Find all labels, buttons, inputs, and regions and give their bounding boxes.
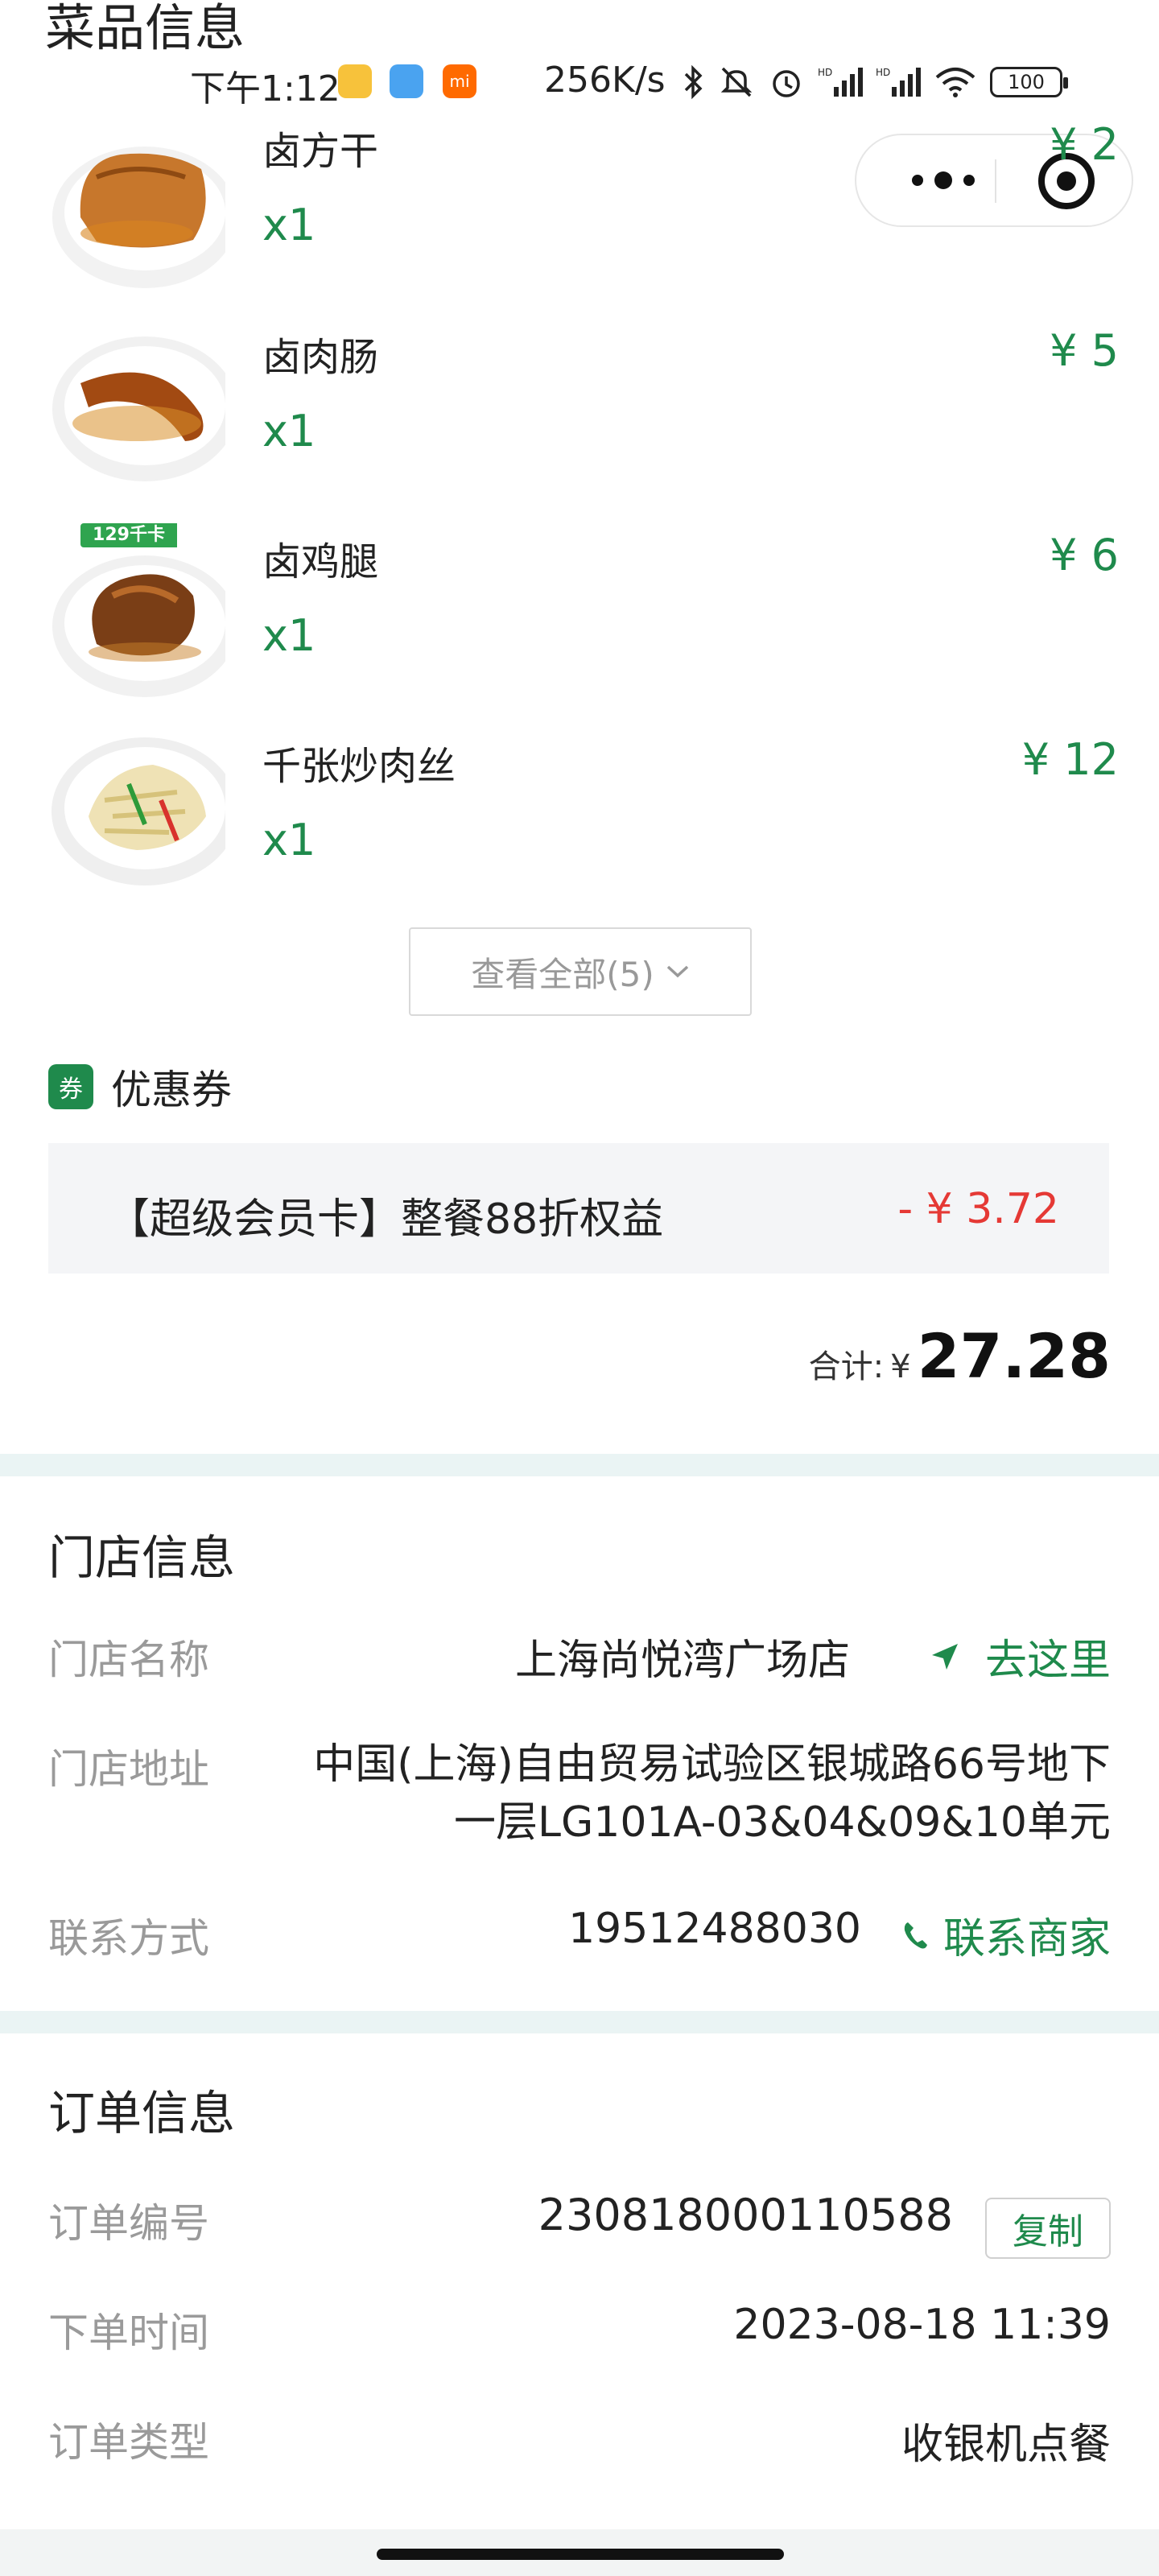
order-type-value: 收银机点餐	[901, 2421, 1111, 2469]
dish-name: 卤肉肠	[262, 335, 379, 380]
dish-item: 千张炒肉丝 x1 ¥ 12	[0, 728, 1159, 913]
total-label: 合计:	[808, 1348, 885, 1385]
mi-icon: mi	[443, 64, 476, 98]
dish-name: 卤鸡腿	[262, 539, 379, 584]
view-all-label: 查看全部(5)	[471, 954, 654, 994]
store-address-label: 门店地址	[48, 1746, 209, 1793]
coupon-icon: 券	[48, 1064, 93, 1109]
dish-qty: x1	[262, 815, 316, 865]
dish-item: 卤肉肠 x1 ¥ 5	[0, 319, 1159, 504]
dish-price: ¥ 6	[1050, 530, 1119, 580]
coupon-item-label: 【超级会员卡】整餐88折权益	[108, 1195, 664, 1244]
dish-qty: x1	[262, 200, 316, 250]
signal-hd-icon: HD	[818, 67, 863, 97]
store-name-label: 门店名称	[48, 1637, 209, 1683]
total-currency: ¥	[890, 1348, 911, 1385]
net-speed: 256K/s	[544, 60, 666, 101]
order-time-label: 下单时间	[48, 2310, 209, 2356]
dish-image	[48, 113, 225, 290]
calorie-tag: 129千卡	[80, 523, 177, 547]
section-divider	[0, 2011, 1159, 2033]
battery-icon: 100	[990, 67, 1068, 97]
coupon-title: 优惠券	[111, 1067, 232, 1113]
dish-image	[48, 523, 225, 700]
dish-qty: x1	[262, 406, 316, 456]
navigation-arrow-icon	[931, 1643, 958, 1670]
copy-button[interactable]: 复制	[985, 2198, 1111, 2259]
section-divider	[0, 1454, 1159, 1476]
app-icon	[338, 64, 372, 98]
dish-item: 129千卡 卤鸡腿 x1 ¥ 6	[0, 523, 1159, 708]
order-total: 合计: ¥ 27.28	[809, 1320, 1111, 1392]
coupon-item: 【超级会员卡】整餐88折权益 - ¥ 3.72	[48, 1143, 1109, 1274]
wifi-icon	[935, 68, 975, 97]
signal-hd-icon: HD	[876, 67, 921, 97]
dish-price: ¥ 5	[1050, 325, 1119, 376]
view-all-button[interactable]: 查看全部(5)	[409, 927, 752, 1016]
store-name-value: 上海尚悦湾广场店	[514, 1637, 850, 1685]
goto-button[interactable]: 去这里	[929, 1626, 1111, 1686]
order-number-label: 订单编号	[48, 2200, 209, 2247]
order-number-value: 230818000110588	[538, 2190, 953, 2240]
chevron-down-icon	[666, 965, 688, 978]
app-icon	[390, 64, 423, 98]
goto-label: 去这里	[984, 1637, 1111, 1685]
dish-image	[48, 319, 225, 496]
status-bar: 下午1:12 mi 256K/s HD HD 100	[0, 50, 1159, 114]
order-type-label: 订单类型	[48, 2419, 209, 2466]
status-icons: HD HD 100	[681, 58, 1068, 106]
store-phone: 19512488030	[568, 1905, 861, 1953]
dish-price: ¥ 12	[1021, 734, 1119, 785]
contact-label: 联系方式	[48, 1915, 209, 1962]
dish-qty: x1	[262, 610, 316, 661]
dish-price: ¥ 2	[1050, 119, 1119, 170]
section-title-dishes: 菜品信息	[45, 0, 245, 57]
phone-icon	[904, 1922, 927, 1948]
coupon-item-amount: - ¥ 3.72	[897, 1185, 1059, 1233]
svg-text:HD: HD	[818, 67, 832, 78]
bluetooth-icon	[684, 64, 703, 100]
home-indicator[interactable]	[377, 2549, 784, 2560]
svg-text:HD: HD	[876, 67, 890, 78]
store-info-title: 门店信息	[48, 1530, 236, 1585]
status-time: 下午1:12	[190, 68, 340, 109]
contact-merchant-button[interactable]: 联系商家	[901, 1905, 1111, 1965]
order-info-title: 订单信息	[48, 2086, 236, 2140]
dish-name: 卤方干	[262, 129, 379, 174]
coupon-header: 券 优惠券	[48, 1061, 232, 1113]
total-value: 27.28	[917, 1320, 1111, 1392]
dish-name: 千张炒肉丝	[262, 744, 456, 789]
mute-icon	[720, 67, 753, 97]
alarm-icon	[773, 70, 800, 97]
store-address-value: 中国(上海)自由贸易试验区银城路66号地下一层LG101A-03&04&09&1…	[313, 1740, 1111, 1847]
dish-image	[48, 728, 225, 905]
order-time-value: 2023-08-18 11:39	[733, 2301, 1111, 2349]
dish-item: 卤方干 x1 ¥ 2	[0, 113, 1159, 298]
contact-merchant-label: 联系商家	[942, 1915, 1111, 1963]
